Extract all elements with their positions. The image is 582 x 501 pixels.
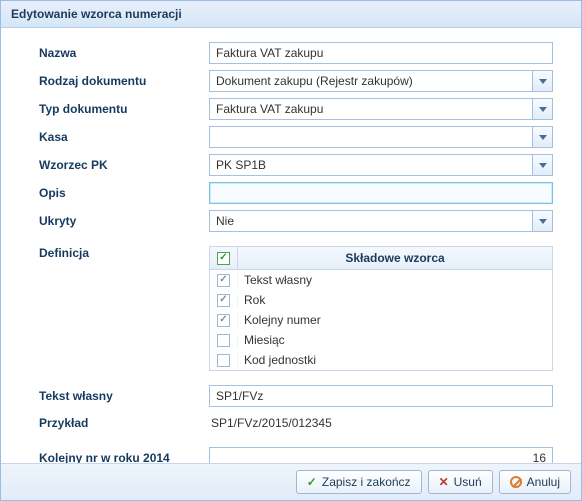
ukryty-value: Nie xyxy=(216,214,530,228)
cancel-button-label: Anuluj xyxy=(527,475,560,489)
wzorzec-pk-value: PK SP1B xyxy=(216,158,530,172)
grid-row[interactable]: Kolejny numer xyxy=(210,310,552,330)
label-tekst-wlasny: Tekst własny xyxy=(39,389,209,403)
typ-select[interactable]: Faktura VAT zakupu xyxy=(209,98,553,120)
row-checkbox[interactable] xyxy=(217,314,230,327)
grid-row[interactable]: Tekst własny xyxy=(210,270,552,290)
row-label: Miesiąc xyxy=(238,333,552,347)
window-title: Edytowanie wzorca numeracji xyxy=(11,7,182,21)
chevron-down-icon xyxy=(532,71,552,91)
label-ukryty: Ukryty xyxy=(39,214,209,228)
grid-header-label: Składowe wzorca xyxy=(238,247,552,269)
row-label: Rok xyxy=(238,293,552,307)
wzorzec-pk-select[interactable]: PK SP1B xyxy=(209,154,553,176)
label-kasa: Kasa xyxy=(39,130,209,144)
label-nazwa: Nazwa xyxy=(39,46,209,60)
grid-row[interactable]: Miesiąc xyxy=(210,330,552,350)
nr-2014-input[interactable] xyxy=(209,447,553,463)
chevron-down-icon xyxy=(532,155,552,175)
chevron-down-icon xyxy=(532,127,552,147)
header-checkbox-icon[interactable] xyxy=(217,252,230,265)
label-definicja: Definicja xyxy=(39,246,209,260)
row-checkbox[interactable] xyxy=(217,334,230,347)
label-przyklad: Przykład xyxy=(39,416,209,430)
rodzaj-value: Dokument zakupu (Rejestr zakupów) xyxy=(216,74,530,88)
ukryty-select[interactable]: Nie xyxy=(209,210,553,232)
opis-input[interactable] xyxy=(209,182,553,204)
rodzaj-select[interactable]: Dokument zakupu (Rejestr zakupów) xyxy=(209,70,553,92)
chevron-down-icon xyxy=(532,211,552,231)
save-button[interactable]: ✓ Zapisz i zakończ xyxy=(296,470,422,494)
label-typ: Typ dokumentu xyxy=(39,102,209,116)
label-opis: Opis xyxy=(39,186,209,200)
cancel-button[interactable]: Anuluj xyxy=(499,470,571,494)
row-checkbox[interactable] xyxy=(217,354,230,367)
chevron-down-icon xyxy=(532,99,552,119)
definicja-grid: Składowe wzorca Tekst własny Rok Kolejny n… xyxy=(209,246,553,371)
row-checkbox[interactable] xyxy=(217,294,230,307)
przyklad-value: SP1/FVz/2015/012345 xyxy=(209,413,553,433)
kasa-select[interactable] xyxy=(209,126,553,148)
grid-row[interactable]: Rok xyxy=(210,290,552,310)
dialog-footer: ✓ Zapisz i zakończ ✕ Usuń Anuluj xyxy=(1,463,581,500)
grid-row[interactable]: Kod jednostki xyxy=(210,350,552,370)
form-content: Nazwa Rodzaj dokumentu Dokument zakupu (… xyxy=(1,28,581,463)
tekst-wlasny-input[interactable] xyxy=(209,385,553,407)
label-nr-2014: Kolejny nr w roku 2014 xyxy=(39,451,209,463)
cancel-icon xyxy=(510,476,522,488)
row-checkbox[interactable] xyxy=(217,274,230,287)
edit-numbering-dialog: Edytowanie wzorca numeracji Nazwa Rodzaj… xyxy=(0,0,582,501)
nazwa-input[interactable] xyxy=(209,42,553,64)
label-rodzaj: Rodzaj dokumentu xyxy=(39,74,209,88)
row-label: Kod jednostki xyxy=(238,353,552,367)
typ-value: Faktura VAT zakupu xyxy=(216,102,530,116)
save-button-label: Zapisz i zakończ xyxy=(322,475,411,489)
row-label: Kolejny numer xyxy=(238,313,552,327)
check-icon: ✓ xyxy=(307,475,317,489)
delete-button-label: Usuń xyxy=(454,475,482,489)
delete-icon: ✕ xyxy=(439,475,449,489)
delete-button[interactable]: ✕ Usuń xyxy=(428,470,493,494)
row-label: Tekst własny xyxy=(238,273,552,287)
titlebar: Edytowanie wzorca numeracji xyxy=(1,1,581,28)
label-wzorzec-pk: Wzorzec PK xyxy=(39,158,209,172)
